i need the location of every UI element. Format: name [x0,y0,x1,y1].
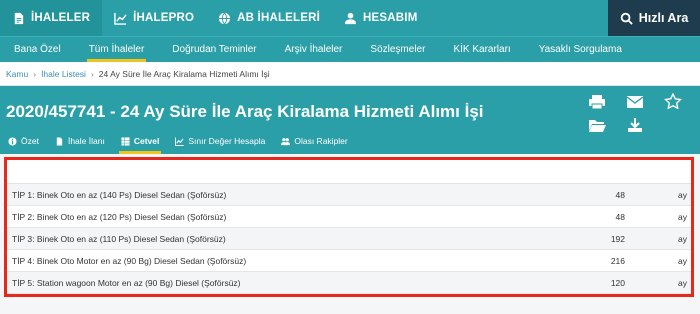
nav-hesabim-label: HESABIM [363,12,418,24]
tab-bar: Özet İhale İlanı Cetvel Sınır Değer Hesa… [0,128,356,154]
tab-ihale-ilani-label: İhale İlanı [67,136,105,146]
grid-icon [121,136,130,146]
breadcrumb-ihale-listesi[interactable]: İhale Listesi [41,69,86,79]
star-icon[interactable] [664,93,682,109]
table-row: TİP 3: Binek Oto en az (110 Ps) Diesel S… [7,228,691,250]
page-title: 2020/457741 - 24 Ay Süre İle Araç Kirala… [6,102,484,121]
breadcrumb-kamu[interactable]: Kamu [6,69,28,79]
chart-line-icon [114,12,127,25]
tab-sinir-deger[interactable]: Sınır Değer Hesapla [167,128,273,154]
tab-ozet[interactable]: Özet [0,128,47,154]
item-quantity: 216 [610,255,625,266]
breadcrumb-separator: › [33,68,37,79]
subnav-yasakli-sorgulama[interactable]: Yasaklı Sorgulama [525,37,636,62]
item-name: TİP 5: Station wagoon Motor en az (90 Bg… [12,277,241,288]
subnav-bana-ozel[interactable]: Bana Özel [0,37,75,62]
print-icon[interactable] [588,94,606,110]
item-unit: ay [678,277,687,288]
item-name: TİP 2: Binek Oto en az (120 Ps) Diesel S… [12,211,227,222]
tab-olasi-rakipler[interactable]: Olası Rakipler [273,128,355,154]
item-unit: ay [678,189,687,200]
tab-ozet-label: Özet [21,136,39,146]
chart-line-icon [175,136,184,146]
item-unit: ay [678,255,687,266]
nav-ihalepro[interactable]: İHALEPRO [102,0,206,36]
breadcrumb-separator: › [90,68,94,79]
cetvel-table: TİP 1: Binek Oto en az (140 Ps) Diesel S… [4,157,694,297]
quick-search-label: Hızlı Ara [638,11,689,25]
download-icon[interactable] [626,117,644,133]
tab-sinir-deger-label: Sınır Değer Hesapla [188,136,266,146]
subnav-kik-kararlari[interactable]: KİK Kararları [439,37,524,62]
subnav-dogrudan-teminler[interactable]: Doğrudan Teminler [158,37,270,62]
user-icon [344,12,357,24]
tab-olasi-rakipler-label: Olası Rakipler [294,136,348,146]
table-row: TİP 5: Station wagoon Motor en az (90 Bg… [7,272,691,294]
item-name: TİP 1: Binek Oto en az (140 Ps) Diesel S… [12,189,227,200]
subnav-sozlesmeler[interactable]: Sözleşmeler [356,37,439,62]
item-quantity: 192 [610,233,625,244]
page-footer-space [0,300,700,314]
table-row: TİP 2: Binek Oto en az (120 Ps) Diesel S… [7,206,691,228]
quick-search-button[interactable]: Hızlı Ara [608,0,700,36]
nav-ihalepro-label: İHALEPRO [133,12,195,24]
tab-cetvel-label: Cetvel [133,136,160,146]
subnav-tum-ihaleler[interactable]: Tüm İhaleler [75,37,159,62]
globe-icon [219,12,231,24]
item-name: TİP 4: Binek Oto Motor en az (90 Bg) Die… [12,255,247,266]
table-row: TİP 4: Binek Oto Motor en az (90 Bg) Die… [7,250,691,272]
item-quantity: 48 [615,211,625,222]
nav-ihaleler-label: İHALELER [31,12,91,24]
item-name: TİP 3: Binek Oto en az (110 Ps) Diesel S… [12,233,226,244]
tab-cetvel[interactable]: Cetvel [113,128,168,154]
table-row: TİP 1: Binek Oto en az (140 Ps) Diesel S… [7,184,691,206]
users-icon [281,137,291,145]
item-unit: ay [678,233,687,244]
table-header-row [7,160,691,184]
nav-ab-ihaleleri-label: AB İHALELERİ [237,12,321,24]
breadcrumb-current: 24 Ay Süre İle Araç Kiralama Hizmeti Alı… [98,68,270,79]
nav-ihaleler[interactable]: İHALELER [0,0,103,36]
item-quantity: 120 [610,277,625,288]
sub-nav: Bana Özel Tüm İhaleler Doğrudan Teminler… [0,36,700,62]
search-icon [620,12,633,25]
document-icon [14,12,24,24]
subnav-arsiv-ihaleler[interactable]: Arşiv İhaleler [271,37,357,62]
tab-ihale-ilani[interactable]: İhale İlanı [47,128,113,154]
document-icon [56,136,63,146]
table-body: TİP 1: Binek Oto en az (140 Ps) Diesel S… [7,184,691,294]
nav-ab-ihaleleri[interactable]: AB İHALELERİ [206,0,332,36]
mail-icon[interactable] [626,94,644,110]
nav-hesabim[interactable]: HESABIM [332,0,429,36]
info-icon [8,136,17,146]
top-nav: İHALELER İHALEPRO AB İHALELERİ HESABIM H… [0,0,700,36]
item-quantity: 48 [615,189,625,200]
folder-open-icon[interactable] [588,117,606,133]
item-unit: ay [678,211,687,222]
breadcrumb: Kamu › İhale Listesi › 24 Ay Süre İle Ar… [0,62,700,86]
